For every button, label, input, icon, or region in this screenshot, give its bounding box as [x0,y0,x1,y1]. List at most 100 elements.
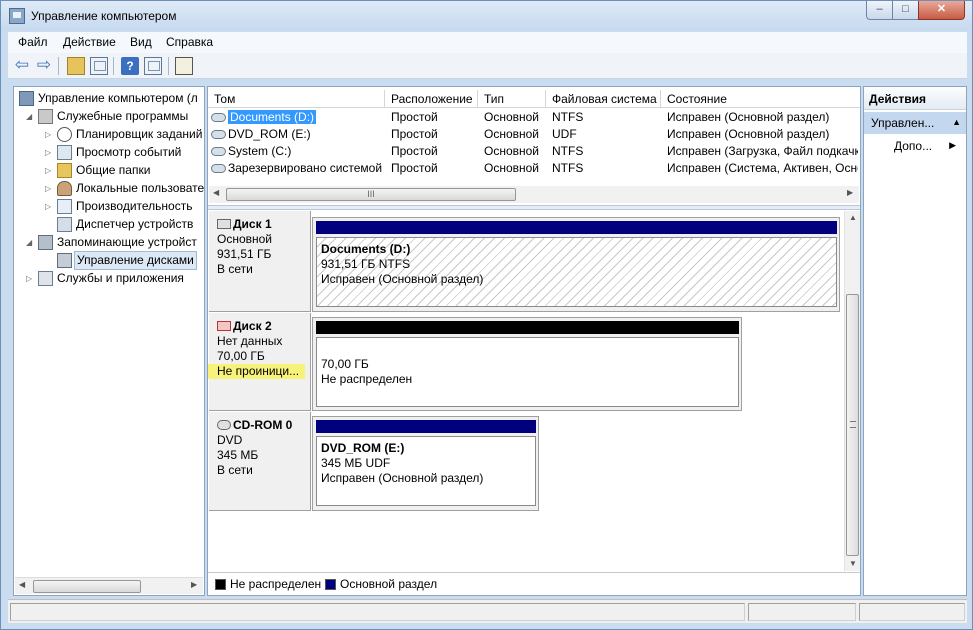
column-header-file-system[interactable]: Файловая система [546,90,661,108]
console-tree: Управление компьютером (л ◢ Служебные пр… [13,86,205,596]
collapsed-chevron-icon[interactable]: ▷ [45,162,51,179]
tree-horizontal-scrollbar[interactable]: ◀ ▶ [15,577,203,594]
computer-icon [19,91,34,106]
column-header-volume[interactable]: Том [208,90,385,108]
expanded-chevron-icon[interactable]: ◢ [26,234,32,251]
collapsed-chevron-icon[interactable]: ▷ [45,198,51,215]
menu-file[interactable]: Файл [18,35,48,49]
performance-icon [57,199,72,214]
status-cell [748,603,856,621]
disk-management-pane: Том Расположение Тип Файловая система Со… [207,86,861,596]
action-pane-icon[interactable] [144,57,162,75]
status-bar [8,599,967,623]
scroll-right-icon[interactable]: ▶ [191,580,197,589]
users-icon [57,181,72,196]
legend-swatch [215,579,226,590]
uninitialized-disk-icon [217,321,231,331]
scroll-thumb[interactable] [846,294,859,556]
disk-info-disk1[interactable]: Диск 1 Основной 931,51 ГБ В сети [209,211,311,312]
scroll-right-icon[interactable]: ▶ [847,188,853,197]
volume-row[interactable]: Зарезервировано системой Простой Основно… [208,160,858,177]
partition-body: DVD_ROM (E:) 345 МБ UDF Исправен (Основн… [316,436,536,506]
partition-color-bar [316,420,536,433]
actions-section-disk-management[interactable]: Управлен... ▲ [864,112,966,134]
title-bar[interactable]: Управление компьютером – □ ✕ [1,1,972,31]
menu-bar: Файл Действие Вид Справка [8,32,967,53]
scroll-down-icon[interactable]: ▼ [849,559,857,568]
legend-swatch [325,579,336,590]
column-header-layout[interactable]: Расположение [385,90,478,108]
maximize-button[interactable]: □ [892,1,919,20]
disk-management-icon [57,253,72,268]
collapsed-chevron-icon[interactable]: ▷ [45,180,51,197]
scroll-thumb[interactable] [33,580,141,593]
actions-more[interactable]: Допо... ▶ [864,137,966,157]
legend-unallocated: Не распределен [215,578,321,591]
forward-arrow-icon[interactable]: ⇨ [35,56,53,75]
event-viewer-icon [57,145,72,160]
back-arrow-icon[interactable]: ⇦ [13,56,31,75]
pane-splitter[interactable] [208,205,860,210]
collapsed-chevron-icon[interactable]: ▷ [45,126,51,143]
status-cell [10,603,745,621]
dvd-drive-icon [211,130,226,139]
partition-documents[interactable]: Documents (D:) 931,51 ГБ NTFS Исправен (… [312,217,840,312]
partition-dvd-rom[interactable]: DVD_ROM (E:) 345 МБ UDF Исправен (Основн… [312,416,539,511]
disk-info-disk2[interactable]: Диск 2 Нет данных 70,00 ГБ Не проиници..… [208,313,311,411]
minimize-button[interactable]: – [866,1,893,20]
toolbar: ⇦ ⇨ ? [8,53,967,79]
show-hide-tree-icon[interactable] [90,57,108,75]
drive-icon [211,147,226,156]
volume-list-horizontal-scrollbar[interactable]: ◀ III ▶ [209,186,859,203]
expanded-chevron-icon[interactable]: ◢ [26,108,32,125]
partition-body: Documents (D:) 931,51 ГБ NTFS Исправен (… [316,237,837,307]
actions-pane: Действия Управлен... ▲ Допо... ▶ [863,86,967,596]
scroll-left-icon[interactable]: ◀ [19,580,25,589]
shared-folder-icon [57,163,72,178]
computer-management-window: Управление компьютером – □ ✕ Файл Действ… [0,0,973,630]
volume-row[interactable]: Documents (D:) Простой Основной NTFS Исп… [208,109,858,126]
properties-icon[interactable] [175,57,193,75]
scroll-up-icon[interactable]: ▲ [849,213,857,222]
legend-primary-partition: Основной раздел [325,578,437,591]
partition-unallocated[interactable]: 70,00 ГБ Не распределен [312,317,742,411]
disk-graphical-view: Диск 1 Основной 931,51 ГБ В сети Documen… [208,211,844,571]
cd-rom-icon [217,420,231,430]
computer-management-icon [9,8,25,24]
collapsed-chevron-icon[interactable]: ▷ [45,144,51,161]
menu-view[interactable]: Вид [130,35,152,49]
menu-action[interactable]: Действие [63,35,116,49]
status-cell [859,603,965,621]
drive-icon [211,113,226,122]
volume-list-header: Том Расположение Тип Файловая система Со… [208,90,860,108]
up-folder-icon[interactable] [67,57,85,75]
menu-help[interactable]: Справка [166,35,213,49]
close-button[interactable]: ✕ [918,1,965,20]
tools-icon [38,109,53,124]
partition-color-bar [316,221,837,234]
column-header-status[interactable]: Состояние [661,90,860,108]
column-header-type[interactable]: Тип [478,90,546,108]
drive-icon [211,164,226,173]
scroll-thumb[interactable]: III [226,188,516,201]
legend: Не распределен Основной раздел [208,572,860,595]
collapse-icon[interactable]: ▲ [952,117,961,127]
help-icon[interactable]: ? [121,57,139,75]
storage-icon [38,235,53,250]
device-manager-icon [57,217,72,232]
toolbar-separator [168,57,169,75]
toolbar-separator [58,57,59,75]
hard-disk-icon [217,219,231,229]
graph-vertical-scrollbar[interactable]: ▲ ▼ [844,211,860,571]
partition-body: 70,00 ГБ Не распределен [316,337,739,407]
volume-row[interactable]: DVD_ROM (E:) Простой Основной UDF Исправ… [208,126,858,143]
volume-row[interactable]: System (C:) Простой Основной NTFS Исправ… [208,143,858,160]
partition-color-bar [316,321,739,334]
clock-icon [57,127,72,142]
services-icon [38,271,53,286]
actions-header: Действия [864,87,966,110]
submenu-arrow-icon: ▶ [949,140,956,150]
disk-info-cdrom0[interactable]: CD-ROM 0 DVD 345 МБ В сети [209,412,311,511]
scroll-left-icon[interactable]: ◀ [213,188,219,197]
collapsed-chevron-icon[interactable]: ▷ [26,270,32,287]
